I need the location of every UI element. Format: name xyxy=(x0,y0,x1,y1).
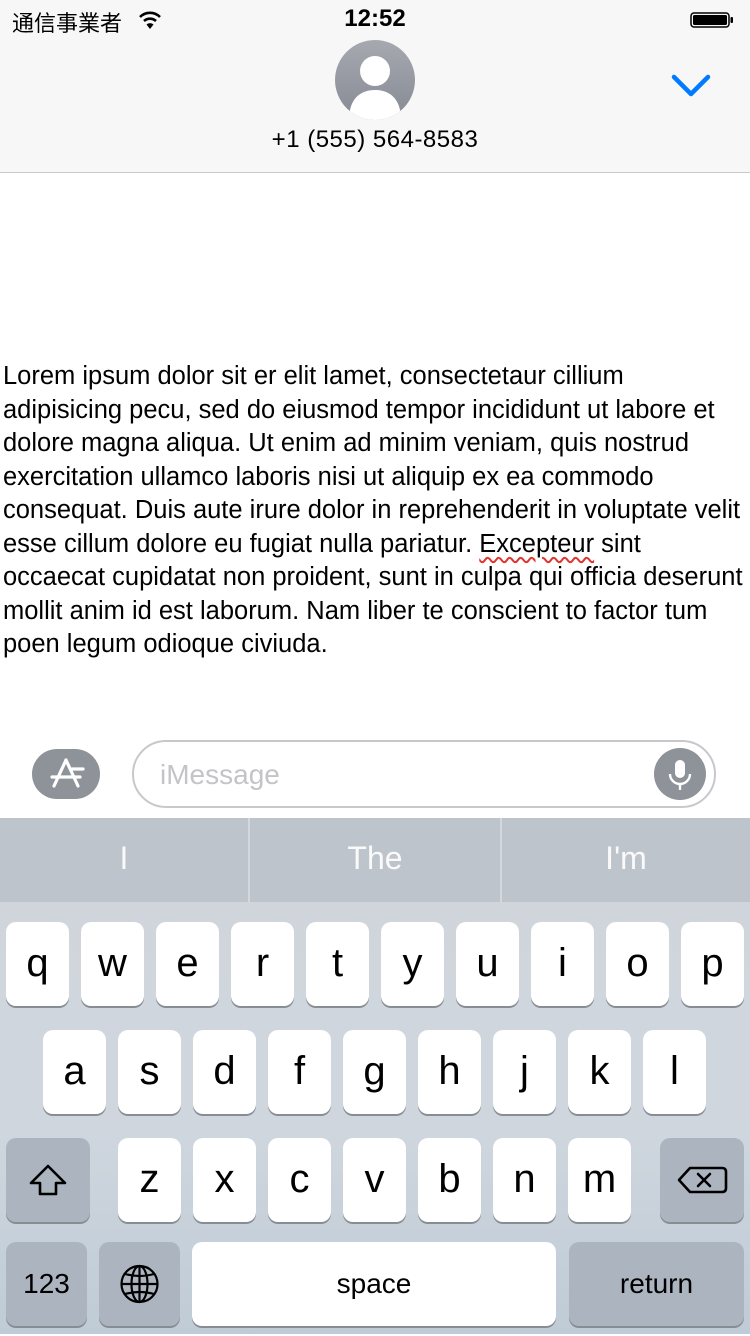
key-t[interactable]: t xyxy=(306,922,369,1006)
key-s[interactable]: s xyxy=(118,1030,181,1114)
numbers-key[interactable]: 123 xyxy=(6,1242,87,1326)
delete-icon xyxy=(677,1166,728,1194)
key-l[interactable]: l xyxy=(643,1030,706,1114)
globe-icon xyxy=(120,1264,159,1304)
message-text-before: Lorem ipsum dolor sit er elit lamet, con… xyxy=(3,362,741,558)
key-o[interactable]: o xyxy=(606,922,669,1006)
misspelled-word[interactable]: Excepteur xyxy=(479,530,594,558)
return-key[interactable]: return xyxy=(569,1242,744,1326)
keyboard: I The I'm q w e r t y u i o p a s d f g … xyxy=(0,818,750,1334)
key-r[interactable]: r xyxy=(231,922,294,1006)
key-y[interactable]: y xyxy=(381,922,444,1006)
key-f[interactable]: f xyxy=(268,1030,331,1114)
app-store-icon xyxy=(50,758,85,788)
app-store-button[interactable] xyxy=(32,749,100,799)
message-input[interactable]: iMessage xyxy=(132,740,716,808)
chevron-down-icon[interactable] xyxy=(670,72,712,100)
contact-name[interactable]: +1 (555) 564-8583 xyxy=(0,126,750,154)
microphone-icon xyxy=(668,760,692,790)
key-j[interactable]: j xyxy=(493,1030,556,1114)
key-c[interactable]: c xyxy=(268,1138,331,1222)
clock: 12:52 xyxy=(344,5,406,32)
key-k[interactable]: k xyxy=(568,1030,631,1114)
message-text[interactable]: Lorem ipsum dolor sit er elit lamet, con… xyxy=(3,360,748,662)
key-m[interactable]: m xyxy=(568,1138,631,1222)
prediction-3[interactable]: I'm xyxy=(502,818,750,902)
microphone-button[interactable] xyxy=(654,748,706,800)
key-i[interactable]: i xyxy=(531,922,594,1006)
key-a[interactable]: a xyxy=(43,1030,106,1114)
prediction-1[interactable]: I xyxy=(0,818,248,902)
battery-icon xyxy=(690,12,733,28)
person-silhouette-icon xyxy=(349,56,401,120)
key-e[interactable]: e xyxy=(156,922,219,1006)
key-w[interactable]: w xyxy=(81,922,144,1006)
shift-icon xyxy=(29,1164,67,1196)
globe-key[interactable] xyxy=(99,1242,180,1326)
prediction-bar: I The I'm xyxy=(0,818,750,902)
shift-key[interactable] xyxy=(6,1138,90,1222)
space-key[interactable]: space xyxy=(192,1242,556,1326)
key-d[interactable]: d xyxy=(193,1030,256,1114)
key-v[interactable]: v xyxy=(343,1138,406,1222)
key-u[interactable]: u xyxy=(456,922,519,1006)
key-p[interactable]: p xyxy=(681,922,744,1006)
key-n[interactable]: n xyxy=(493,1138,556,1222)
key-z[interactable]: z xyxy=(118,1138,181,1222)
contact-avatar[interactable] xyxy=(335,40,415,120)
message-input-placeholder: iMessage xyxy=(160,759,280,790)
status-bar: 通信事業者 12:52 xyxy=(0,0,750,40)
prediction-2[interactable]: The xyxy=(250,818,500,902)
key-g[interactable]: g xyxy=(343,1030,406,1114)
delete-key[interactable] xyxy=(660,1138,744,1222)
key-q[interactable]: q xyxy=(6,922,69,1006)
key-x[interactable]: x xyxy=(193,1138,256,1222)
key-h[interactable]: h xyxy=(418,1030,481,1114)
key-b[interactable]: b xyxy=(418,1138,481,1222)
